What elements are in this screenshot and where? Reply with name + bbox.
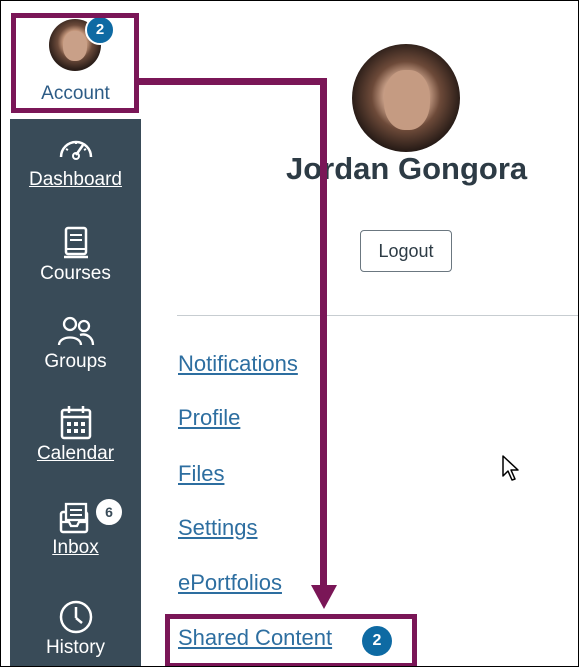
calendar-icon: [60, 406, 91, 440]
annotation-arrowhead-icon: [311, 585, 337, 609]
nav-label-inbox: Inbox: [52, 537, 99, 558]
nav-label-dashboard: Dashboard: [29, 169, 122, 190]
nav-item-inbox[interactable]: 6 Inbox: [10, 497, 141, 559]
nav-item-calendar[interactable]: Calendar: [10, 403, 141, 465]
mouse-cursor-icon: [502, 455, 519, 481]
nav-label-groups: Groups: [44, 351, 107, 372]
nav-item-courses[interactable]: Courses: [10, 223, 141, 285]
annotation-arrow-vertical: [320, 78, 327, 588]
menu-link-files[interactable]: Files: [178, 461, 224, 487]
nav-item-groups[interactable]: Groups: [10, 311, 141, 373]
menu-link-profile[interactable]: Profile: [178, 405, 240, 431]
account-highlight-box: [11, 13, 139, 113]
logout-button[interactable]: Logout: [360, 230, 452, 272]
inbox-icon: [59, 502, 89, 534]
shared-content-highlight-box: [165, 614, 417, 666]
courses-icon: [63, 226, 88, 259]
history-icon: [59, 600, 92, 634]
inbox-unread-badge: 6: [94, 497, 124, 527]
menu-link-notifications[interactable]: Notifications: [178, 351, 298, 377]
nav-label-calendar: Calendar: [36, 443, 115, 464]
menu-link-eportfolios[interactable]: ePortfolios: [178, 570, 282, 596]
nav-label-history: History: [45, 637, 106, 658]
annotation-arrow-horizontal: [139, 78, 327, 85]
menu-link-settings[interactable]: Settings: [178, 515, 258, 541]
groups-icon: [57, 316, 94, 346]
divider: [177, 315, 578, 316]
dashboard-icon: [59, 140, 92, 160]
nav-label-courses: Courses: [40, 263, 111, 284]
nav-item-dashboard[interactable]: Dashboard: [10, 129, 141, 191]
nav-item-history[interactable]: History: [10, 597, 141, 659]
profile-avatar: [352, 44, 460, 152]
canvas-screenshot: 2 Account Dashboard Courses Groups Calen…: [0, 0, 579, 667]
